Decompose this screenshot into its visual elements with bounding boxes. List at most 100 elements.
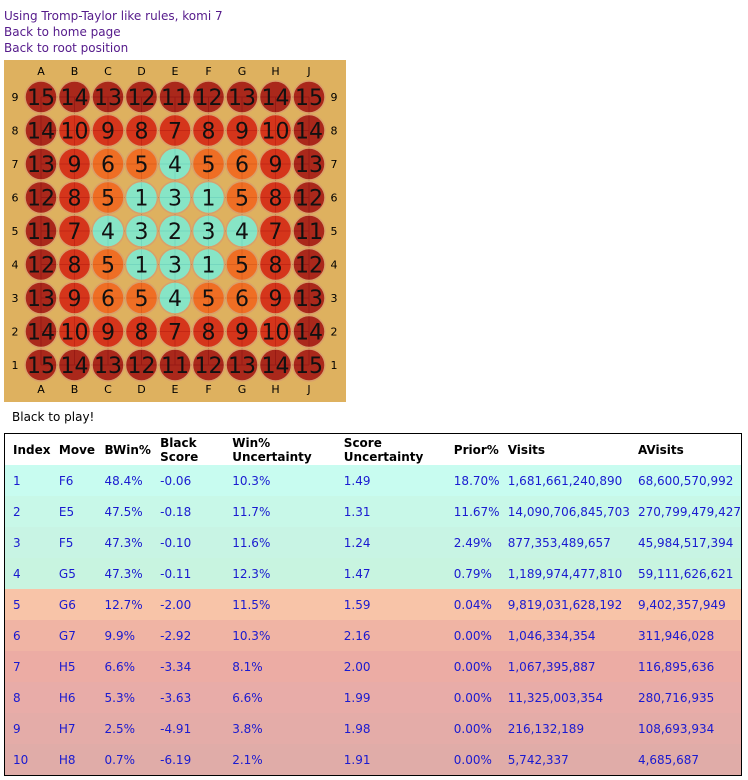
move-rank-label: 9 [68,287,82,312]
col-header-move: Move [50,433,97,465]
cell-black-score: -2.00 [160,597,192,612]
move-rank-label: 7 [168,321,182,346]
move-rank-label: 11 [27,220,55,245]
move-rank-label: 13 [228,86,256,111]
row-label-left: 2 [12,326,19,339]
cell-index: 5 [13,597,21,612]
move-rank-label: 4 [235,220,249,245]
cell-index: 6 [13,628,21,643]
cell-move: F6 [58,473,74,488]
cell-black-score: -0.11 [160,566,192,581]
move-rank-label: 1 [202,254,216,279]
cell-prior: 0.00% [453,628,492,643]
row-label-right: 1 [331,359,338,372]
row-label-left: 6 [12,192,19,205]
move-rank-label: 7 [68,220,82,245]
cell-win-uncertainty: 2.1% [232,752,263,767]
move-rank-label: 13 [27,287,55,312]
cell-score-uncertainty: 1.98 [343,721,371,736]
move-rank-label: 11 [161,354,189,379]
table-row[interactable]: 8 H6 5.3% -3.63 6.6% 1.99 0.00% 11,325,003,354 2… [4,682,742,713]
cell-prior: 2.49% [453,535,492,550]
move-rank-label: 10 [61,321,89,346]
cell-visits: 14,090,706,845,703 [507,504,630,519]
col-header-win-uncertainty: Win% Uncertainty [224,433,336,465]
table-row[interactable]: 6 G7 9.9% -2.92 10.3% 2.16 0.00% 1,046,334,354 3… [4,620,742,651]
move-rank-label: 13 [295,153,323,178]
move-rank-label: 14 [262,86,290,111]
move-rank-label: 14 [295,321,323,346]
move-rank-label: 14 [61,354,89,379]
cell-win-uncertainty: 12.3% [232,566,271,581]
table-row[interactable]: 3 F5 47.3% -0.10 11.6% 1.24 2.49% 877,353,489,6… [4,527,742,558]
move-rank-label: 1 [202,187,216,212]
table-row[interactable]: 10 H8 0.7% -6.19 2.1% 1.91 0.00% 5,742,337 4,685… [4,744,742,776]
row-label-right: 2 [331,326,338,339]
move-rank-label: 2 [168,220,182,245]
cell-bwin: 47.3% [104,566,143,581]
cell-avisits: 68,600,570,992 [637,473,734,488]
move-rank-label: 5 [202,287,216,312]
cell-score-uncertainty: 1.49 [343,473,371,488]
table-row[interactable]: 7 H5 6.6% -3.34 8.1% 2.00 0.00% 1,067,395,887 11… [4,651,742,682]
move-rank-label: 3 [168,187,182,212]
move-rank-label: 10 [262,120,290,145]
col-header-index: Index [4,433,51,465]
row-label-right: 8 [331,125,338,138]
cell-win-uncertainty: 11.7% [232,504,271,519]
move-rank-label: 3 [202,220,216,245]
to-play-status: Black to play! [12,410,95,424]
col-header-visits: Visits [499,433,630,465]
table-row[interactable]: 2 E5 47.5% -0.18 11.7% 1.31 11.67% 14,090,706,8… [4,496,742,527]
cell-index: 8 [13,690,21,705]
cell-avisits: 280,716,935 [637,690,715,705]
move-rank-label: 12 [128,86,156,111]
table-row[interactable]: 4 G5 47.3% -0.11 12.3% 1.47 0.79% 1,189,974,477… [4,558,742,589]
cell-visits: 11,325,003,354 [507,690,604,705]
col-label-bottom: B [71,383,79,396]
cell-bwin: 9.9% [104,628,136,643]
col-label-top: H [271,65,279,78]
home-link[interactable]: Back to home page [4,24,223,40]
cell-black-score: -0.10 [160,535,192,550]
move-rank-label: 13 [94,86,122,111]
cell-avisits: 108,693,934 [637,721,715,736]
cell-score-uncertainty: 2.16 [343,628,371,643]
table-row[interactable]: 1 F6 48.4% -0.06 10.3% 1.49 18.70% 1,681,661,24… [4,465,742,496]
cell-prior: 0.04% [453,597,492,612]
move-rank-label: 6 [235,153,249,178]
move-rank-label: 4 [101,220,115,245]
col-header-prior: Prior% [445,433,500,465]
table-row[interactable]: 9 H7 2.5% -4.91 3.8% 1.98 0.00% 216,132,189 108,… [4,713,742,744]
cell-visits: 1,046,334,354 [507,628,596,643]
cell-visits: 216,132,189 [507,721,585,736]
cell-bwin: 2.5% [104,721,136,736]
move-rank-label: 7 [168,120,182,145]
move-rank-label: 8 [269,187,283,212]
move-rank-label: 5 [101,254,115,279]
cell-move: G5 [58,566,76,581]
cell-visits: 9,819,031,628,192 [507,597,623,612]
cell-black-score: -6.19 [160,752,192,767]
move-rank-label: 3 [135,220,149,245]
cell-prior: 11.67% [453,504,500,519]
root-position-link[interactable]: Back to root position [4,40,223,56]
move-rank-label: 13 [27,153,55,178]
move-rank-label: 13 [94,354,122,379]
cell-move: G6 [58,597,76,612]
move-rank-label: 12 [195,86,223,111]
col-label-top: F [205,65,211,78]
table-row[interactable]: 5 G6 12.7% -2.00 11.5% 1.59 0.04% 9,819,031,628… [4,589,742,620]
move-rank-label: 8 [135,120,149,145]
move-rank-label: 5 [101,187,115,212]
cell-index: 3 [13,535,21,550]
table-header-row: Index Move BWin% Black Score Win% Uncert… [4,433,742,465]
move-rank-label: 8 [202,120,216,145]
move-rank-label: 13 [228,354,256,379]
move-rank-label: 5 [202,153,216,178]
row-label-right: 6 [331,192,338,205]
go-board[interactable]: A A B B C C D D E E F F G G H H J J 9 9 8 8 7 7 6 6 5 5 4 4 3 3 2 2 1 1 15 14… [4,60,346,402]
cell-move: H6 [58,690,76,705]
cell-prior: 0.00% [453,752,492,767]
col-label-bottom: E [172,383,179,396]
